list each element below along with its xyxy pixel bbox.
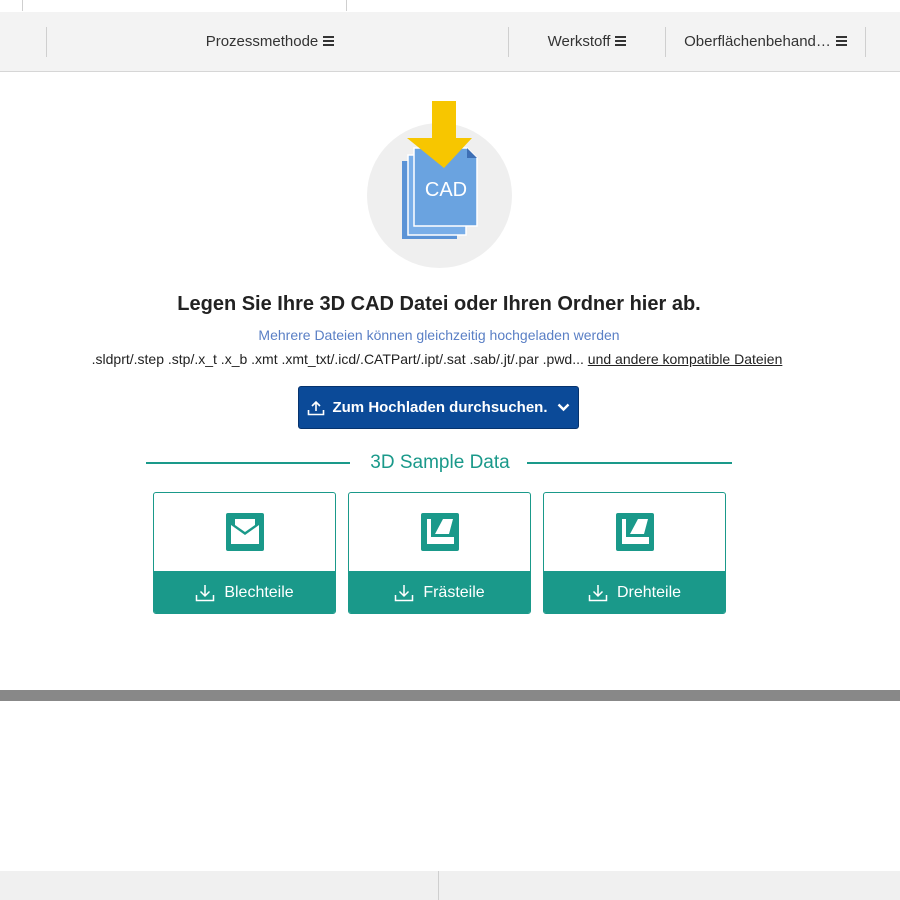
cad-file-icon: CAD (402, 101, 478, 239)
compatible-files-link[interactable]: und andere kompatible Dateien (588, 351, 783, 367)
column-header-werkstoff[interactable]: Werkstoff (509, 12, 665, 70)
browse-upload-button[interactable]: Zum Hochladen durchsuchen. (298, 386, 579, 429)
download-icon (395, 585, 414, 602)
sample-card-blechteile[interactable]: Blechteile (153, 492, 336, 614)
column-divider (438, 871, 439, 900)
turning-icon (616, 513, 654, 551)
sheet-metal-icon (226, 513, 264, 551)
sample-data-title: 3D Sample Data (370, 452, 510, 473)
card-footer[interactable]: Drehteile (544, 571, 725, 613)
download-icon (196, 585, 215, 602)
sample-card-label: Drehteile (616, 584, 682, 601)
upload-icon (308, 400, 325, 415)
card-footer[interactable]: Blechteile (154, 571, 335, 613)
top-strip (0, 0, 900, 12)
formats-list: .sldprt/.step .stp/.x_t .x_b .xmt .xmt_t… (91, 351, 584, 367)
drop-zone-title: Legen Sie Ihre 3D CAD Datei oder Ihren O… (177, 293, 701, 315)
section-divider-right (527, 462, 732, 464)
browse-upload-label: Zum Hochladen durchsuchen. (332, 399, 548, 416)
card-footer[interactable]: Frästeile (349, 571, 530, 613)
cad-icon-label: CAD (425, 179, 467, 201)
section-divider-left (146, 462, 350, 464)
sample-card-drehteile[interactable]: Drehteile (543, 492, 726, 614)
menu-icon[interactable] (835, 34, 847, 48)
column-header-label: Oberflächenbehand… (684, 32, 831, 50)
download-icon (588, 585, 608, 602)
horizontal-scrollbar[interactable] (0, 690, 900, 701)
sample-card-label: Frästeile (423, 584, 485, 601)
drop-zone-subtitle: Mehrere Dateien können gleichzeitig hoch… (258, 327, 620, 343)
supported-formats: .sldprt/.step .stp/.x_t .x_b .xmt .xmt_t… (0, 351, 874, 367)
column-divider (22, 0, 23, 11)
column-divider (865, 27, 866, 57)
column-divider (46, 27, 47, 57)
column-divider (346, 0, 347, 11)
column-header-label: Prozessmethode (205, 32, 319, 50)
column-header-prozessmethode[interactable]: Prozessmethode (150, 12, 390, 70)
chevron-down-icon[interactable] (557, 403, 570, 412)
menu-icon[interactable] (615, 34, 627, 48)
sample-card-fraesteile[interactable]: Frästeile (348, 492, 531, 614)
milling-icon (421, 513, 459, 551)
menu-icon[interactable] (323, 34, 335, 48)
column-header-label: Werkstoff (547, 32, 611, 50)
bottom-strip (0, 871, 900, 900)
sample-card-label: Blechteile (224, 584, 294, 601)
column-header-oberflaechenbehandlung[interactable]: Oberflächenbehand… (666, 12, 865, 70)
column-header-bar: Prozessmethode Werkstoff Oberflächenbeha… (0, 12, 900, 72)
